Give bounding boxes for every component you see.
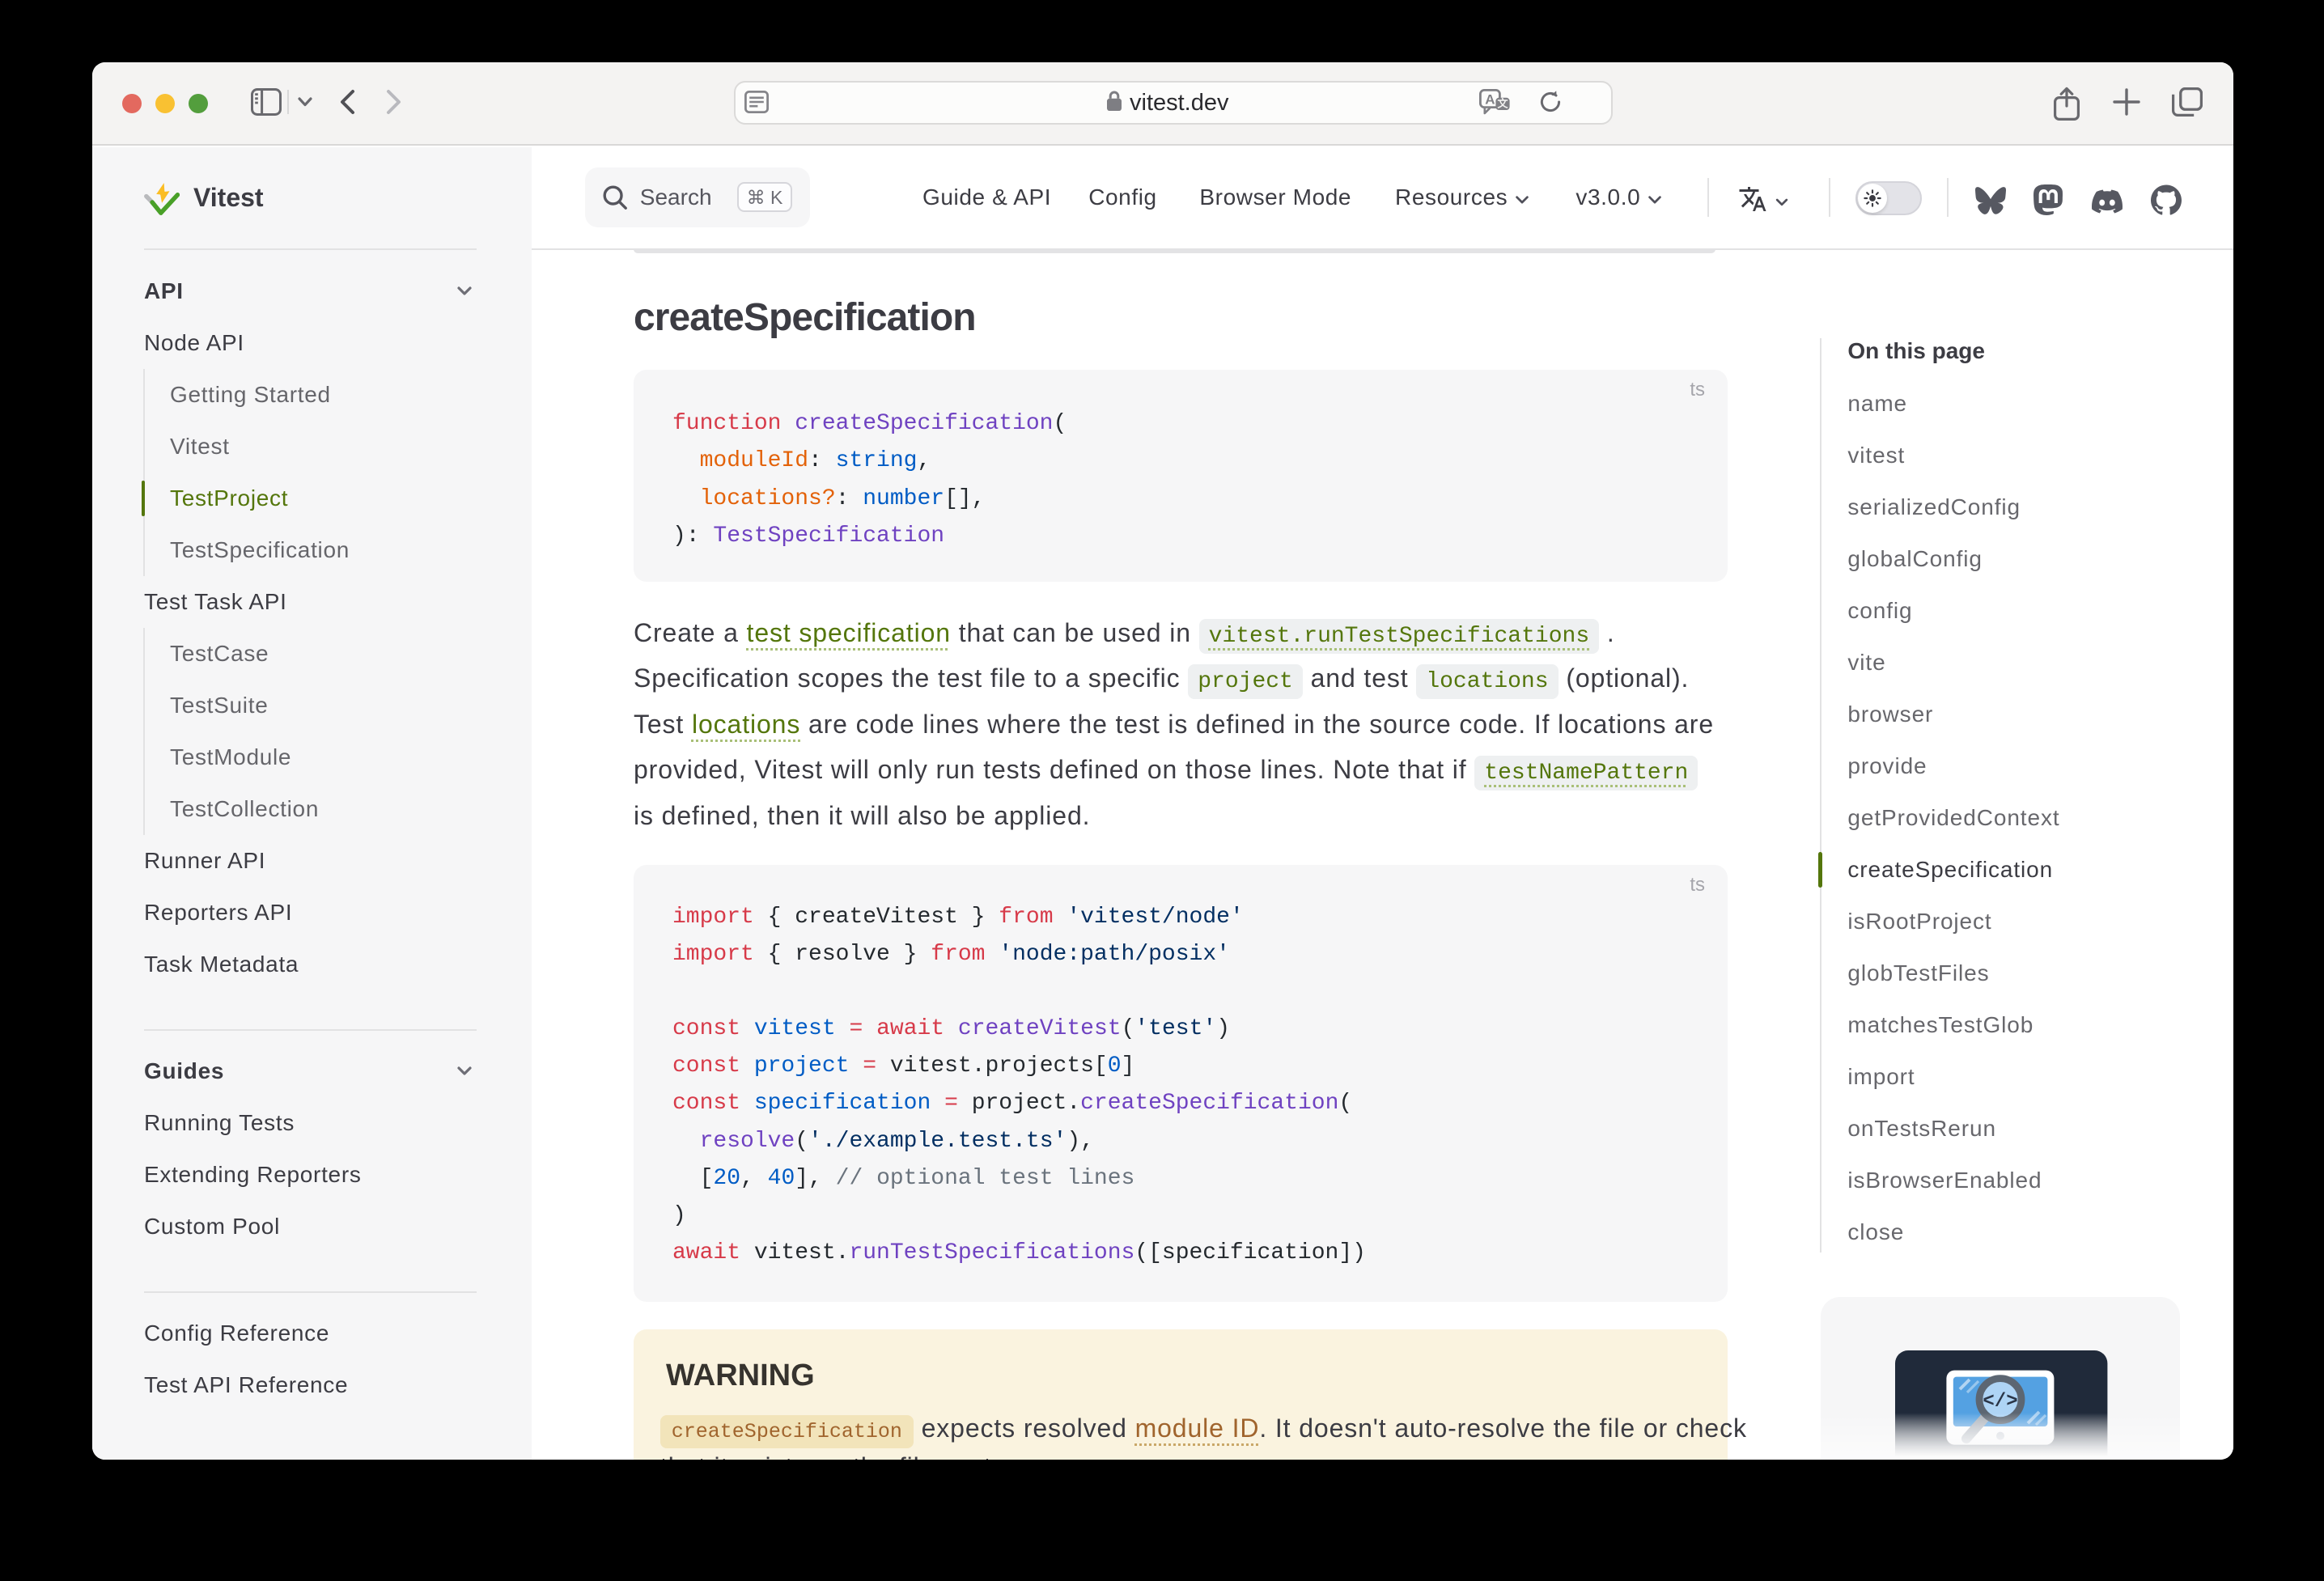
svg-text:</>: </> xyxy=(1983,1392,2017,1414)
svg-text:文: 文 xyxy=(1497,98,1508,110)
svg-text:A: A xyxy=(1485,92,1495,108)
